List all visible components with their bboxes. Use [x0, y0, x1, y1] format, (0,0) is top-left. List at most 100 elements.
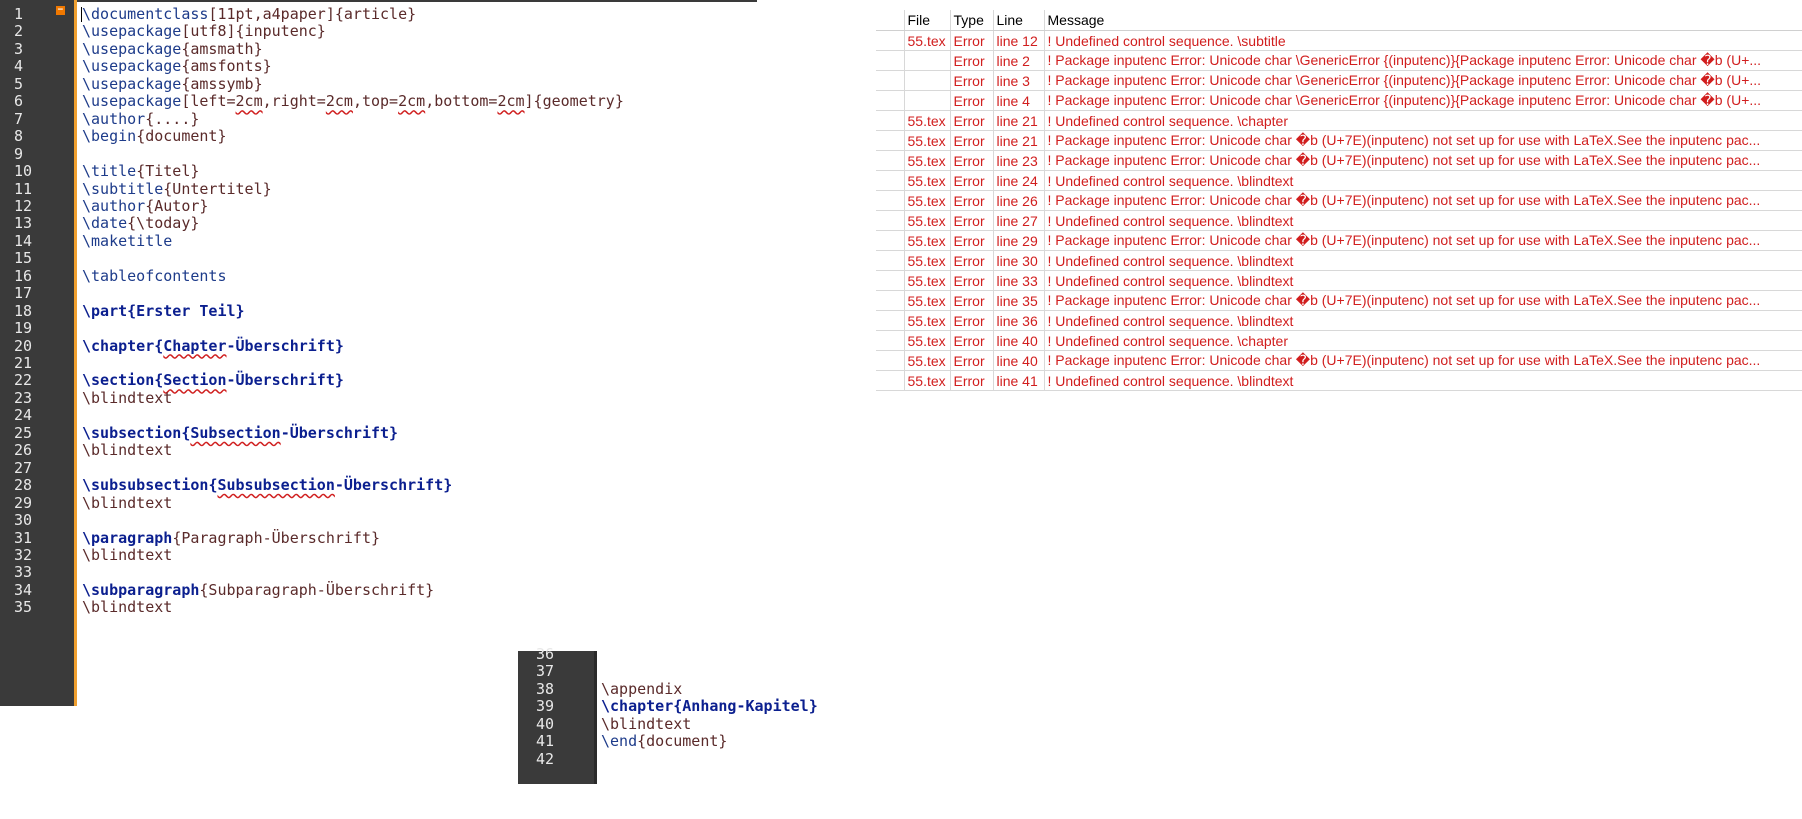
- spellcheck-token: Subsubsection: [217, 476, 335, 495]
- error-row[interactable]: 55.tex Error line 23! Package inputenc Err…: [876, 150, 1802, 171]
- code-token: ,top=: [352, 92, 399, 111]
- editor-top-border: [77, 0, 757, 2]
- row-marker: [876, 330, 905, 351]
- error-row[interactable]: 55.tex Error line 27! Undefined control se…: [876, 210, 1802, 231]
- error-log-panel: File Type Line Message 55.tex Error line 1…: [876, 10, 1802, 391]
- type-cell: Error: [950, 210, 994, 231]
- code-token: [utf8]{inputenc}: [181, 22, 326, 41]
- code-token: \tableofcontents: [82, 266, 227, 285]
- row-marker: [876, 230, 905, 251]
- row-marker: [876, 150, 905, 171]
- spellcheck-token: 2cm: [235, 92, 263, 111]
- type-cell: Error: [950, 70, 994, 91]
- error-row[interactable]: 55.tex Error line 24! Undefined control se…: [876, 170, 1802, 191]
- message-cell: ! Undefined control sequence. \subtitle: [1044, 30, 1802, 51]
- code-token: \subtitle: [82, 179, 164, 198]
- error-row[interactable]: Error line 3! Package inputenc Error: Uni…: [876, 70, 1802, 91]
- type-cell: Error: [950, 90, 994, 111]
- code-token: \subsubsection: [82, 476, 209, 495]
- column-header-type[interactable]: Type: [950, 10, 994, 31]
- file-cell: 55.tex: [904, 350, 951, 371]
- error-row[interactable]: 55.tex Error line 21! Undefined control se…: [876, 110, 1802, 131]
- error-row[interactable]: 55.tex Error line 21! Package inputenc Err…: [876, 130, 1802, 151]
- error-row[interactable]: 55.tex Error line 30! Undefined control se…: [876, 250, 1802, 271]
- spellcheck-token: 2cm: [325, 92, 353, 111]
- code-token: {: [154, 336, 164, 355]
- error-row[interactable]: 55.tex Error line 40! Undefined control se…: [876, 330, 1802, 351]
- column-header-line[interactable]: Line: [993, 10, 1045, 31]
- message-cell: ! Package inputenc Error: Unicode char �…: [1044, 230, 1802, 251]
- code-token: \end: [601, 732, 638, 751]
- error-row[interactable]: 55.tex Error line 35! Package inputenc Err…: [876, 290, 1802, 311]
- file-cell: 55.tex: [904, 30, 951, 51]
- code-token: \chapter: [82, 336, 155, 355]
- error-row[interactable]: Error line 4! Package inputenc Error: Uni…: [876, 90, 1802, 111]
- line-number: 42: [536, 749, 555, 768]
- code-token: \blindtext: [82, 441, 173, 460]
- code-editor-snippet[interactable]: 36 37 38 \appendix 39 \chapter{Anhang-Kapitel…: [518, 645, 848, 784]
- code-token: {....}: [145, 109, 200, 128]
- type-cell: Error: [950, 330, 994, 351]
- type-cell: Error: [950, 50, 994, 71]
- column-header-message[interactable]: Message: [1044, 10, 1802, 31]
- error-row[interactable]: 55.tex Error line 40! Package inputenc Err…: [876, 350, 1802, 371]
- file-cell: [904, 70, 951, 91]
- error-row[interactable]: Error line 2! Package inputenc Error: Uni…: [876, 50, 1802, 71]
- line-cell: line 12: [993, 30, 1045, 51]
- row-marker: [876, 130, 905, 151]
- column-header-file[interactable]: File: [904, 10, 951, 31]
- line-cell: line 23: [993, 150, 1045, 171]
- error-row[interactable]: 55.tex Error line 12! Undefined control se…: [876, 30, 1802, 51]
- code-token: {Paragraph-Überschrift}: [172, 528, 381, 547]
- row-marker: [876, 30, 905, 51]
- spellcheck-token: 2cm: [497, 92, 525, 111]
- code-token: {Erster Teil}: [127, 301, 245, 320]
- code-line[interactable]: 35 \blindtext: [0, 597, 757, 617]
- error-row[interactable]: 55.tex Error line 26! Package inputenc Err…: [876, 190, 1802, 211]
- file-cell: 55.tex: [904, 130, 951, 151]
- file-cell: 55.tex: [904, 290, 951, 311]
- file-cell: 55.tex: [904, 370, 951, 391]
- error-row[interactable]: 55.tex Error line 29! Package inputenc Err…: [876, 230, 1802, 251]
- code-token: {Titel}: [136, 162, 200, 181]
- code-token: \author: [82, 196, 146, 215]
- message-cell: ! Undefined control sequence. \chapter: [1044, 330, 1802, 351]
- text-caret: [81, 7, 82, 22]
- line-cell: line 3: [993, 70, 1045, 91]
- row-marker: [876, 290, 905, 311]
- message-cell: ! Package inputenc Error: Unicode char �…: [1044, 190, 1802, 211]
- code-token: \paragraph: [82, 528, 173, 547]
- row-marker: [876, 310, 905, 331]
- code-token: {Autor}: [145, 196, 209, 215]
- row-marker: [876, 70, 905, 91]
- code-token: \blindtext: [601, 714, 692, 733]
- file-cell: [904, 50, 951, 71]
- column-header-marker[interactable]: [876, 10, 905, 31]
- code-token: {amssymb}: [181, 74, 263, 93]
- error-row[interactable]: 55.tex Error line 36! Undefined control se…: [876, 310, 1802, 331]
- code-token: \documentclass: [82, 5, 209, 23]
- message-cell: ! Package inputenc Error: Unicode char \…: [1044, 70, 1802, 91]
- row-marker: [876, 350, 905, 371]
- message-cell: ! Undefined control sequence. \blindtext: [1044, 250, 1802, 271]
- message-cell: ! Undefined control sequence. \blindtext: [1044, 210, 1802, 231]
- spellcheck-token: Section: [163, 371, 227, 390]
- type-cell: Error: [950, 350, 994, 371]
- code-line[interactable]: 42: [518, 749, 848, 769]
- code-token: [left=: [181, 92, 236, 111]
- code-editor[interactable]: − 1 \documentclass[11pt,a4paper]{article}…: [0, 0, 757, 706]
- code-token: ]{geometry}: [524, 92, 624, 111]
- file-cell: 55.tex: [904, 310, 951, 331]
- code-token: \blindtext: [82, 493, 173, 512]
- line-number: 35: [14, 598, 33, 617]
- code-token: \blindtext: [82, 388, 173, 407]
- message-cell: ! Package inputenc Error: Unicode char �…: [1044, 150, 1802, 171]
- line-cell: line 33: [993, 270, 1045, 291]
- message-cell: ! Undefined control sequence. \blindtext: [1044, 270, 1802, 291]
- code-token: \appendix: [601, 679, 683, 698]
- error-row[interactable]: 55.tex Error line 41! Undefined control se…: [876, 370, 1802, 391]
- code-token: {Subparagraph-Überschrift}: [199, 580, 435, 599]
- code-token: \date: [82, 214, 128, 233]
- error-row[interactable]: 55.tex Error line 33! Undefined control se…: [876, 270, 1802, 291]
- code-token: \usepackage: [82, 74, 182, 93]
